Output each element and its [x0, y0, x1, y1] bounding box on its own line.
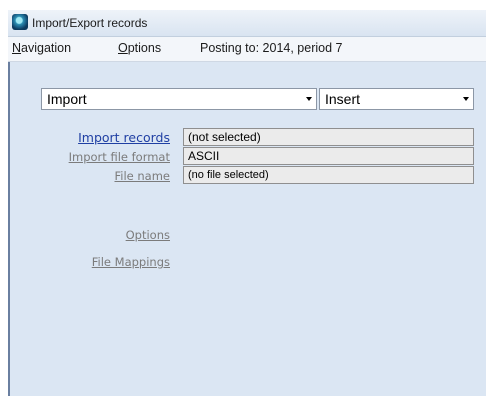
- menu-options[interactable]: Options: [118, 41, 161, 55]
- title-bar: Import/Export records: [8, 10, 486, 37]
- chevron-down-icon[interactable]: [463, 97, 469, 101]
- file-name-value: (no file selected): [183, 166, 474, 184]
- options-link[interactable]: Options: [126, 228, 170, 242]
- menu-navigation[interactable]: Navigation: [12, 41, 71, 55]
- mode-select-value: Insert: [325, 91, 361, 107]
- import-export-window: Import/Export records Navigation Options…: [8, 10, 486, 396]
- action-select-value: Import: [47, 91, 87, 107]
- app-globe-icon: [12, 14, 28, 30]
- file-name-label: File name: [114, 169, 170, 183]
- import-file-format-value: ASCII: [183, 147, 474, 165]
- file-mappings-link[interactable]: File Mappings: [92, 255, 170, 269]
- chevron-down-icon[interactable]: [306, 97, 312, 101]
- import-records-value: (not selected): [183, 128, 474, 146]
- posting-status: Posting to: 2014, period 7: [200, 41, 343, 55]
- mode-select[interactable]: Insert: [319, 88, 474, 110]
- window-title: Import/Export records: [32, 16, 148, 30]
- import-records-link[interactable]: Import records: [78, 130, 170, 145]
- import-file-format-label: Import file format: [68, 150, 170, 164]
- menu-bar: Navigation Options Posting to: 2014, per…: [8, 37, 486, 62]
- panel-border: [8, 62, 10, 396]
- action-select[interactable]: Import: [41, 88, 317, 110]
